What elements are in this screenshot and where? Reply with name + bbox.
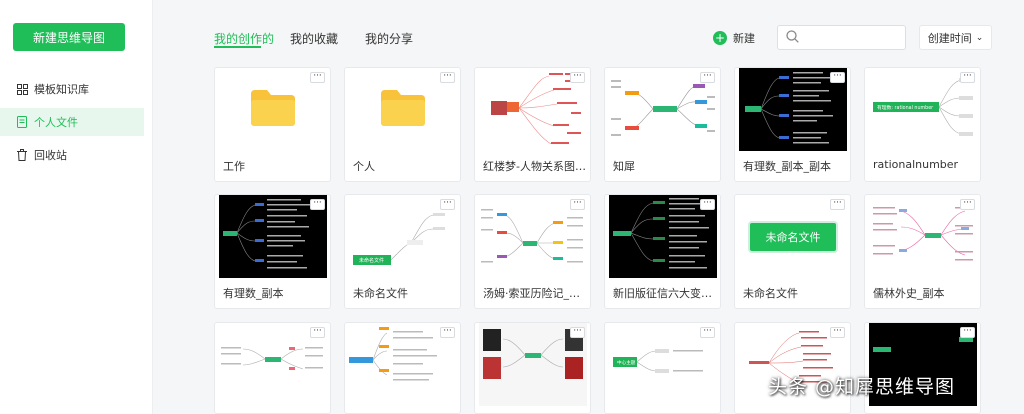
more-options-button[interactable]: ··· [440,72,455,83]
file-title: 儒林外史_副本 [873,287,945,300]
more-options-button[interactable]: ··· [960,327,975,338]
file-title: rationalnumber [873,158,959,171]
more-options-button[interactable]: ··· [700,327,715,338]
more-options-button[interactable]: ··· [830,327,845,338]
file-card[interactable]: ··· 个人 [344,67,461,182]
new-label: 新建 [733,32,755,45]
chevron-down-icon: ⌄ [975,32,984,43]
file-card[interactable]: ··· 有理数_副本 [214,194,331,309]
file-title: 汤姆·索亚历险记_副本 [483,287,587,300]
more-options-button[interactable]: ··· [960,199,975,210]
more-options-button[interactable]: ··· [570,199,585,210]
file-card[interactable]: ··· 红楼梦-人物关系图_... [474,67,591,182]
new-button[interactable]: + 新建 [713,30,755,46]
sidebar-item-label: 模板知识库 [34,83,89,96]
sidebar-item-trash[interactable]: 回收站 [0,141,144,169]
file-card[interactable]: ··· 知犀 [604,67,721,182]
file-card[interactable]: ··· 有理数: rational number rationalnumber [864,67,981,182]
new-mindmap-button[interactable]: 新建思维导图 [13,23,125,51]
search-icon [786,28,799,47]
thumbnail-central-topic: 有理数: rational number [877,104,933,111]
sort-dropdown[interactable]: 创建时间 ⌄ [919,25,992,50]
more-options-button[interactable]: ··· [570,72,585,83]
watermark: 头条 @知犀思维导图 [768,376,956,398]
sidebar-item-personal-files[interactable]: 个人文件 [0,108,144,136]
file-card[interactable]: ··· [344,322,461,414]
file-card[interactable]: ··· 儒林外史_副本 [864,194,981,309]
file-card[interactable]: ··· [214,322,331,414]
folder-icon [251,90,295,126]
file-title: 知犀 [613,160,635,173]
file-card[interactable]: ··· 未命名文件 未命名文件 [734,194,851,309]
sidebar: 新建思维导图 模板知识库 个人文件 回收站 [0,0,153,414]
file-card[interactable]: ··· 中心主题 [604,322,721,414]
sidebar-item-label: 回收站 [34,149,67,162]
file-card[interactable]: ··· 汤姆·索亚历险记_副本 [474,194,591,309]
file-title: 未命名文件 [353,287,408,300]
file-card[interactable]: ··· 未命名文件 未命名文件 [344,194,461,309]
search-box[interactable] [777,25,906,50]
file-title: 有理数_副本_副本 [743,160,831,173]
file-title: 个人 [353,160,375,173]
more-options-button[interactable]: ··· [440,327,455,338]
file-title: 新旧版征信六大变化... [613,287,717,300]
file-icon [16,116,28,128]
more-options-button[interactable]: ··· [310,72,325,83]
file-title: 红楼梦-人物关系图_... [483,160,587,173]
more-options-button[interactable]: ··· [830,199,845,210]
more-options-button[interactable]: ··· [700,199,715,210]
tab-my-favorites[interactable]: 我的收藏 [290,30,338,47]
file-title: 未命名文件 [743,287,798,300]
file-title: 有理数_副本 [223,287,284,300]
more-options-button[interactable]: ··· [310,199,325,210]
more-options-button[interactable]: ··· [570,327,585,338]
file-card[interactable]: ··· [474,322,591,414]
sort-label: 创建时间 [927,31,972,45]
thumbnail-central-topic: 未命名文件 [766,230,821,244]
file-card[interactable]: ··· 工作 [214,67,331,182]
sidebar-item-label: 个人文件 [34,116,78,129]
file-card[interactable]: ··· [734,322,851,414]
search-input[interactable] [804,31,904,44]
file-card[interactable]: ··· [864,322,981,414]
more-options-button[interactable]: ··· [700,72,715,83]
grid-icon [16,83,28,95]
more-options-button[interactable]: ··· [440,199,455,210]
thumbnail-central-topic: 未命名文件 [359,257,384,264]
more-options-button[interactable]: ··· [310,327,325,338]
app-window: 新建思维导图 模板知识库 个人文件 回收站 我的创作的 我的收藏 我的分享 + … [0,0,1024,414]
tab-my-shares[interactable]: 我的分享 [365,30,413,47]
folder-icon [381,90,425,126]
tab-my-creations[interactable]: 我的创作的 [214,30,274,47]
sidebar-item-templates[interactable]: 模板知识库 [0,75,144,103]
active-tab-indicator [214,46,261,48]
thumbnail-central-topic: 中心主题 [617,359,636,366]
more-options-button[interactable]: ··· [830,72,845,83]
trash-icon [16,149,28,161]
more-options-button[interactable]: ··· [960,72,975,83]
file-title: 工作 [223,160,245,173]
file-card[interactable]: ··· 有理数_副本_副本 [734,67,851,182]
file-card[interactable]: ··· 新旧版征信六大变化... [604,194,721,309]
plus-icon: + [713,31,727,45]
